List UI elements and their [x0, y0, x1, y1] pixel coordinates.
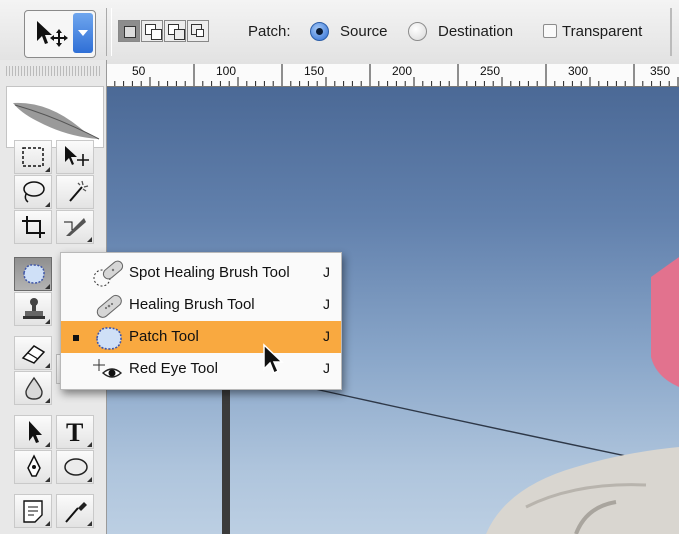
- ruler-label: 250: [480, 64, 500, 78]
- pink-figure: [651, 257, 679, 387]
- type-tool[interactable]: T: [56, 415, 94, 449]
- transparent-label[interactable]: Transparent: [562, 23, 642, 40]
- flyout-item-label: Patch Tool: [129, 328, 199, 345]
- move-tool[interactable]: [56, 140, 94, 174]
- flyout-item-patch[interactable]: Patch Tool J: [61, 321, 341, 353]
- healing-brush-icon: [96, 294, 122, 318]
- lasso-icon: [23, 181, 45, 203]
- toolbox-grip[interactable]: [6, 66, 102, 76]
- slice-tool[interactable]: [56, 210, 94, 244]
- path-selection-tool[interactable]: [14, 415, 52, 449]
- ellipse-icon: [64, 458, 88, 476]
- crop-tool[interactable]: [14, 210, 52, 244]
- pen-tool[interactable]: [14, 450, 52, 484]
- spot-healing-brush-icon: [93, 260, 124, 287]
- pen-icon: [27, 454, 41, 477]
- flyout-item-red-eye[interactable]: Red Eye Tool J: [61, 353, 341, 385]
- utility-pole: [222, 387, 230, 534]
- path-selection-icon: [29, 421, 42, 443]
- notes-icon: [23, 500, 43, 523]
- flyout-item-label: Healing Brush Tool: [129, 296, 255, 313]
- move-icon: [65, 146, 89, 166]
- tool-preset-picker[interactable]: [24, 10, 96, 58]
- eyedropper-tool[interactable]: [56, 494, 94, 528]
- type-icon: T: [66, 418, 84, 447]
- mouse-cursor-icon: [263, 343, 284, 375]
- eraser-tool[interactable]: [14, 336, 52, 370]
- source-radio[interactable]: [310, 22, 329, 41]
- ruler-label: 100: [216, 64, 236, 78]
- flyout-shortcut: J: [323, 328, 330, 344]
- marquee-tool[interactable]: [14, 140, 52, 174]
- flyout-item-spot-healing-brush[interactable]: Spot Healing Brush Tool J: [61, 257, 341, 289]
- intersect-selection-mode-button[interactable]: [187, 20, 209, 42]
- clone-stamp-icon: [23, 298, 45, 319]
- red-eye-icon: [93, 359, 123, 378]
- patch-icon: [23, 264, 45, 284]
- flyout-shortcut: J: [323, 360, 330, 376]
- patch-tool[interactable]: [14, 257, 52, 291]
- options-bar-edge: [670, 8, 672, 56]
- ruler-ticks: 50 100 150 200 250 300 350: [105, 64, 679, 86]
- subtract-from-selection-mode-button[interactable]: [164, 20, 186, 42]
- flyout-item-label: Red Eye Tool: [129, 360, 218, 377]
- preset-dropdown-arrow-icon[interactable]: [73, 13, 93, 53]
- magic-wand-icon: [69, 180, 89, 202]
- eyedropper-icon: [65, 502, 87, 523]
- magic-wand-tool[interactable]: [56, 175, 94, 209]
- clone-stamp-tool[interactable]: [14, 292, 52, 326]
- destination-label[interactable]: Destination: [438, 23, 513, 40]
- ruler-label: 150: [304, 64, 324, 78]
- ruler-label: 200: [392, 64, 412, 78]
- flyout-item-label: Spot Healing Brush Tool: [129, 264, 290, 281]
- tool-flyout-menu: Spot Healing Brush Tool J Healing Brush …: [60, 252, 342, 390]
- notes-tool[interactable]: [14, 494, 52, 528]
- blur-icon: [25, 376, 43, 400]
- crop-icon: [22, 216, 45, 238]
- feather-icon: [13, 102, 100, 140]
- horizontal-ruler[interactable]: 50 100 150 200 250 300 350: [105, 64, 679, 87]
- source-label[interactable]: Source: [340, 23, 388, 40]
- move-icon: [37, 21, 68, 47]
- ruler-label: 350: [650, 64, 670, 78]
- patch-icon: [96, 327, 122, 350]
- new-selection-mode-button[interactable]: [118, 20, 140, 42]
- lasso-tool[interactable]: [14, 175, 52, 209]
- destination-radio[interactable]: [408, 22, 427, 41]
- transparent-checkbox[interactable]: [543, 24, 557, 38]
- ruler-label: 50: [132, 64, 146, 78]
- patch-label: Patch:: [248, 23, 291, 40]
- options-bar: Patch: Source Destination Transparent: [0, 0, 679, 65]
- slice-icon: [64, 218, 86, 236]
- add-to-selection-mode-button[interactable]: [141, 20, 163, 42]
- options-divider: [106, 8, 112, 56]
- power-wire: [305, 386, 679, 468]
- ellipse-tool[interactable]: [56, 450, 94, 484]
- feather-logo[interactable]: [6, 86, 104, 148]
- flyout-shortcut: J: [323, 264, 330, 280]
- marquee-icon: [22, 147, 44, 167]
- ruler-label: 300: [568, 64, 588, 78]
- selected-tool-bullet-icon: [73, 335, 79, 341]
- flyout-shortcut: J: [323, 296, 330, 312]
- flyout-item-healing-brush[interactable]: Healing Brush Tool J: [61, 289, 341, 321]
- blur-tool[interactable]: [14, 371, 52, 405]
- eraser-icon: [21, 345, 46, 364]
